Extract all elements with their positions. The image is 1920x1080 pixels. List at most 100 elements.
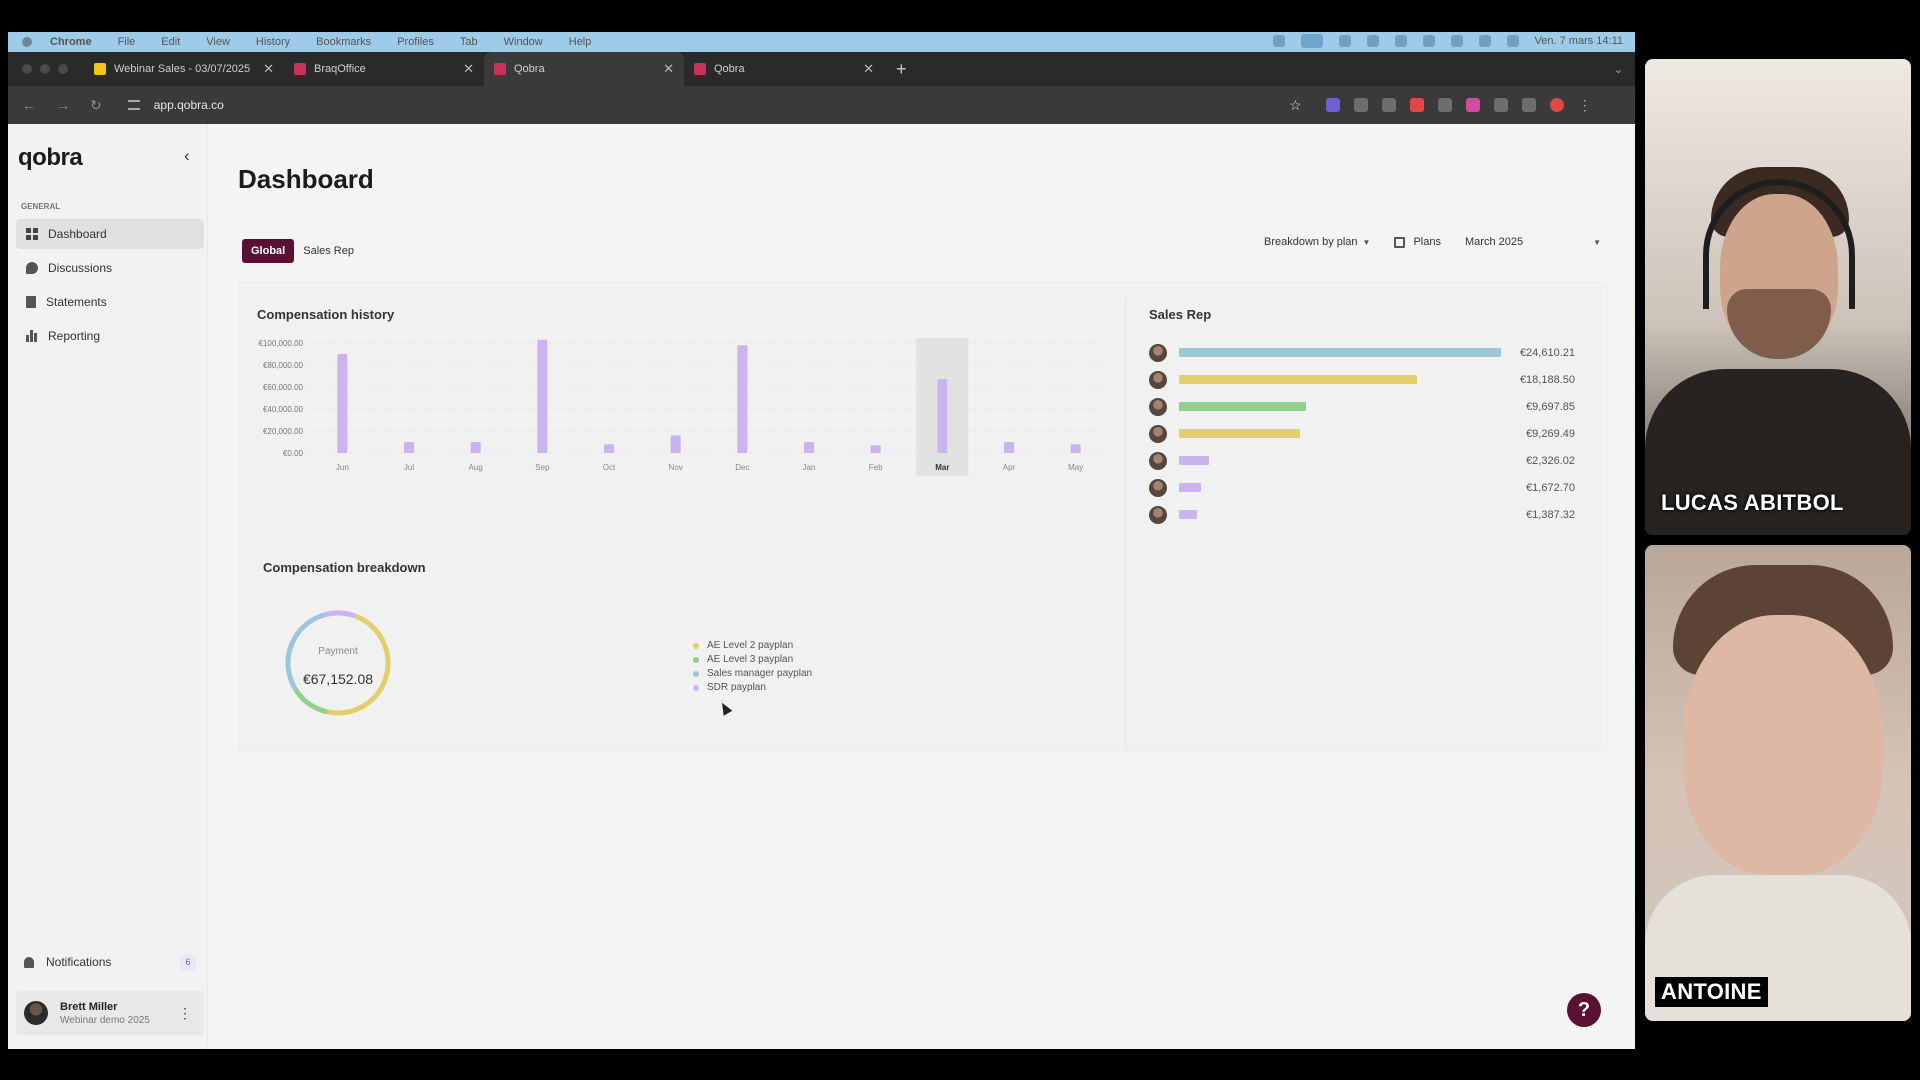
sales-rep-row[interactable]: €9,697.85 xyxy=(1149,393,1589,420)
qobra-logo[interactable]: qobra xyxy=(18,144,83,172)
x-tick-label: Jun xyxy=(336,463,349,472)
sales-rep-amount: €2,326.02 xyxy=(1526,454,1575,467)
plans-button[interactable]: Plans xyxy=(1394,236,1441,248)
menu-app-name[interactable]: Chrome xyxy=(50,36,92,48)
tray-icon[interactable] xyxy=(1394,35,1407,47)
sidebar-item-label: Reporting xyxy=(48,329,101,343)
video-tile-antoine: ANTOINE xyxy=(1645,545,1911,1021)
browser-menu-icon[interactable]: ⋮ xyxy=(1578,97,1592,114)
sales-rep-amount: €9,697.85 xyxy=(1526,400,1575,413)
sales-rep-bar xyxy=(1179,510,1198,519)
menu-profiles[interactable]: Profiles xyxy=(397,36,434,48)
compensation-breakdown-title: Compensation breakdown xyxy=(263,560,426,575)
sidebar-item-dashboard[interactable]: Dashboard xyxy=(16,219,204,249)
menu-window[interactable]: Window xyxy=(504,36,543,48)
site-settings-icon[interactable] xyxy=(127,100,140,110)
reload-icon[interactable]: ↻ xyxy=(90,97,102,114)
extension-icon[interactable] xyxy=(1353,98,1368,112)
sidebar-item-statements[interactable]: Statements xyxy=(16,287,204,317)
bookmark-star-icon[interactable]: ☆ xyxy=(1289,97,1302,114)
notifications-button[interactable]: Notifications 6 xyxy=(16,949,204,975)
sales-rep-row[interactable]: €9,269.49 xyxy=(1149,420,1589,447)
help-button[interactable]: ? xyxy=(1567,993,1601,1027)
legend-item[interactable]: SDR payplan xyxy=(693,682,812,693)
donut-segment-ae-level-2 xyxy=(285,610,391,716)
x-tick-label: Feb xyxy=(869,463,883,472)
sidebar-item-label: Statements xyxy=(46,295,107,309)
profile-avatar-icon[interactable] xyxy=(1549,98,1564,112)
close-tab-icon[interactable]: ✕ xyxy=(263,61,274,77)
sales-rep-row[interactable]: €1,387.32 xyxy=(1149,501,1589,528)
wifi-icon[interactable] xyxy=(1450,35,1463,47)
extension-icon[interactable] xyxy=(1437,98,1452,112)
legend-item[interactable]: AE Level 3 payplan xyxy=(693,654,812,665)
sales-rep-row[interactable]: €1,672.70 xyxy=(1149,474,1589,501)
month-select[interactable]: March 2025 ▼ xyxy=(1465,236,1605,248)
close-window-button[interactable] xyxy=(22,64,32,74)
menubar-clock[interactable]: Ven. 7 mars 14:11 xyxy=(1535,35,1623,47)
extension-icon[interactable] xyxy=(1409,98,1424,112)
collapse-sidebar-chevron-icon[interactable]: ‹ xyxy=(184,146,190,166)
breakdown-dropdown[interactable]: Breakdown by plan ▼ xyxy=(1264,236,1370,248)
sheets-icon xyxy=(94,63,106,75)
tray-icon[interactable] xyxy=(1422,35,1435,47)
sales-rep-row[interactable]: €2,326.02 xyxy=(1149,447,1589,474)
tab-global[interactable]: Global xyxy=(242,239,295,263)
forward-arrow-icon[interactable]: → xyxy=(56,97,70,113)
minimize-window-button[interactable] xyxy=(40,64,50,74)
bar-oct xyxy=(604,444,614,453)
sales-rep-row[interactable]: €18,188.50 xyxy=(1149,366,1589,393)
donut-ring xyxy=(285,610,391,716)
sales-rep-row[interactable]: €24,610.21 xyxy=(1149,339,1589,366)
sales-rep-amount: €9,269.49 xyxy=(1526,427,1575,440)
close-tab-icon[interactable]: ✕ xyxy=(863,61,874,77)
extensions-puzzle-icon[interactable] xyxy=(1521,98,1536,112)
browser-tab[interactable]: Webinar Sales - 03/07/2025 ✕ xyxy=(84,52,284,86)
bar-sep xyxy=(537,339,548,453)
tray-icon[interactable] xyxy=(1272,35,1285,47)
control-center-icon[interactable] xyxy=(1506,35,1519,47)
chat-icon xyxy=(26,262,38,274)
address-bar[interactable]: app.qobra.co ☆ xyxy=(122,92,1302,118)
caret-down-icon: ▼ xyxy=(1593,237,1601,247)
menu-help[interactable]: Help xyxy=(569,36,592,48)
menu-edit[interactable]: Edit xyxy=(161,36,180,48)
back-arrow-icon[interactable]: ← xyxy=(22,97,36,113)
extension-icon[interactable] xyxy=(1465,98,1480,112)
new-tab-button[interactable]: + xyxy=(896,59,907,80)
extension-icon[interactable] xyxy=(1381,98,1396,112)
browser-tab[interactable]: BraqOffice ✕ xyxy=(284,52,484,86)
browser-tab-active[interactable]: Qobra ✕ xyxy=(484,52,684,86)
legend-label: SDR payplan xyxy=(707,682,766,693)
browser-tab[interactable]: Qobra ✕ xyxy=(684,52,884,86)
x-tick-label: May xyxy=(1068,463,1083,472)
sidebar-nav: Dashboard Discussions Statements Reporti… xyxy=(16,219,204,355)
menu-file[interactable]: File xyxy=(118,36,136,48)
legend-item[interactable]: AE Level 2 payplan xyxy=(693,640,812,651)
user-profile[interactable]: Brett Miller Webinar demo 2025 ⋮ xyxy=(16,991,204,1035)
extension-icon[interactable] xyxy=(1325,98,1340,112)
user-menu-icon[interactable]: ⋮ xyxy=(178,1005,192,1022)
screen-record-icon[interactable] xyxy=(1300,34,1323,48)
close-tab-icon[interactable]: ✕ xyxy=(463,61,474,77)
search-icon[interactable] xyxy=(1478,35,1491,47)
sidebar-item-discussions[interactable]: Discussions xyxy=(16,253,204,283)
sidebar-item-reporting[interactable]: Reporting xyxy=(16,321,204,351)
menu-history[interactable]: History xyxy=(256,36,290,48)
sales-rep-bar xyxy=(1179,375,1417,384)
zoom-window-button[interactable] xyxy=(58,64,68,74)
tray-icon[interactable] xyxy=(1366,35,1379,47)
apple-icon[interactable] xyxy=(22,37,32,47)
qobra-icon xyxy=(294,63,306,75)
tab-search-chevron-icon[interactable]: ⌄ xyxy=(1614,63,1623,76)
legend-item[interactable]: Sales manager payplan xyxy=(693,668,812,679)
close-tab-icon[interactable]: ✕ xyxy=(663,61,674,77)
tray-icon[interactable] xyxy=(1338,35,1351,47)
browser-tab-bar: Webinar Sales - 03/07/2025 ✕ BraqOffice … xyxy=(8,52,1635,86)
participant-video xyxy=(1683,615,1883,875)
menu-view[interactable]: View xyxy=(206,36,230,48)
extension-icon[interactable] xyxy=(1493,98,1508,112)
menu-bookmarks[interactable]: Bookmarks xyxy=(316,36,371,48)
menu-tab[interactable]: Tab xyxy=(460,36,478,48)
tab-sales-rep[interactable]: Sales Rep xyxy=(294,239,363,263)
